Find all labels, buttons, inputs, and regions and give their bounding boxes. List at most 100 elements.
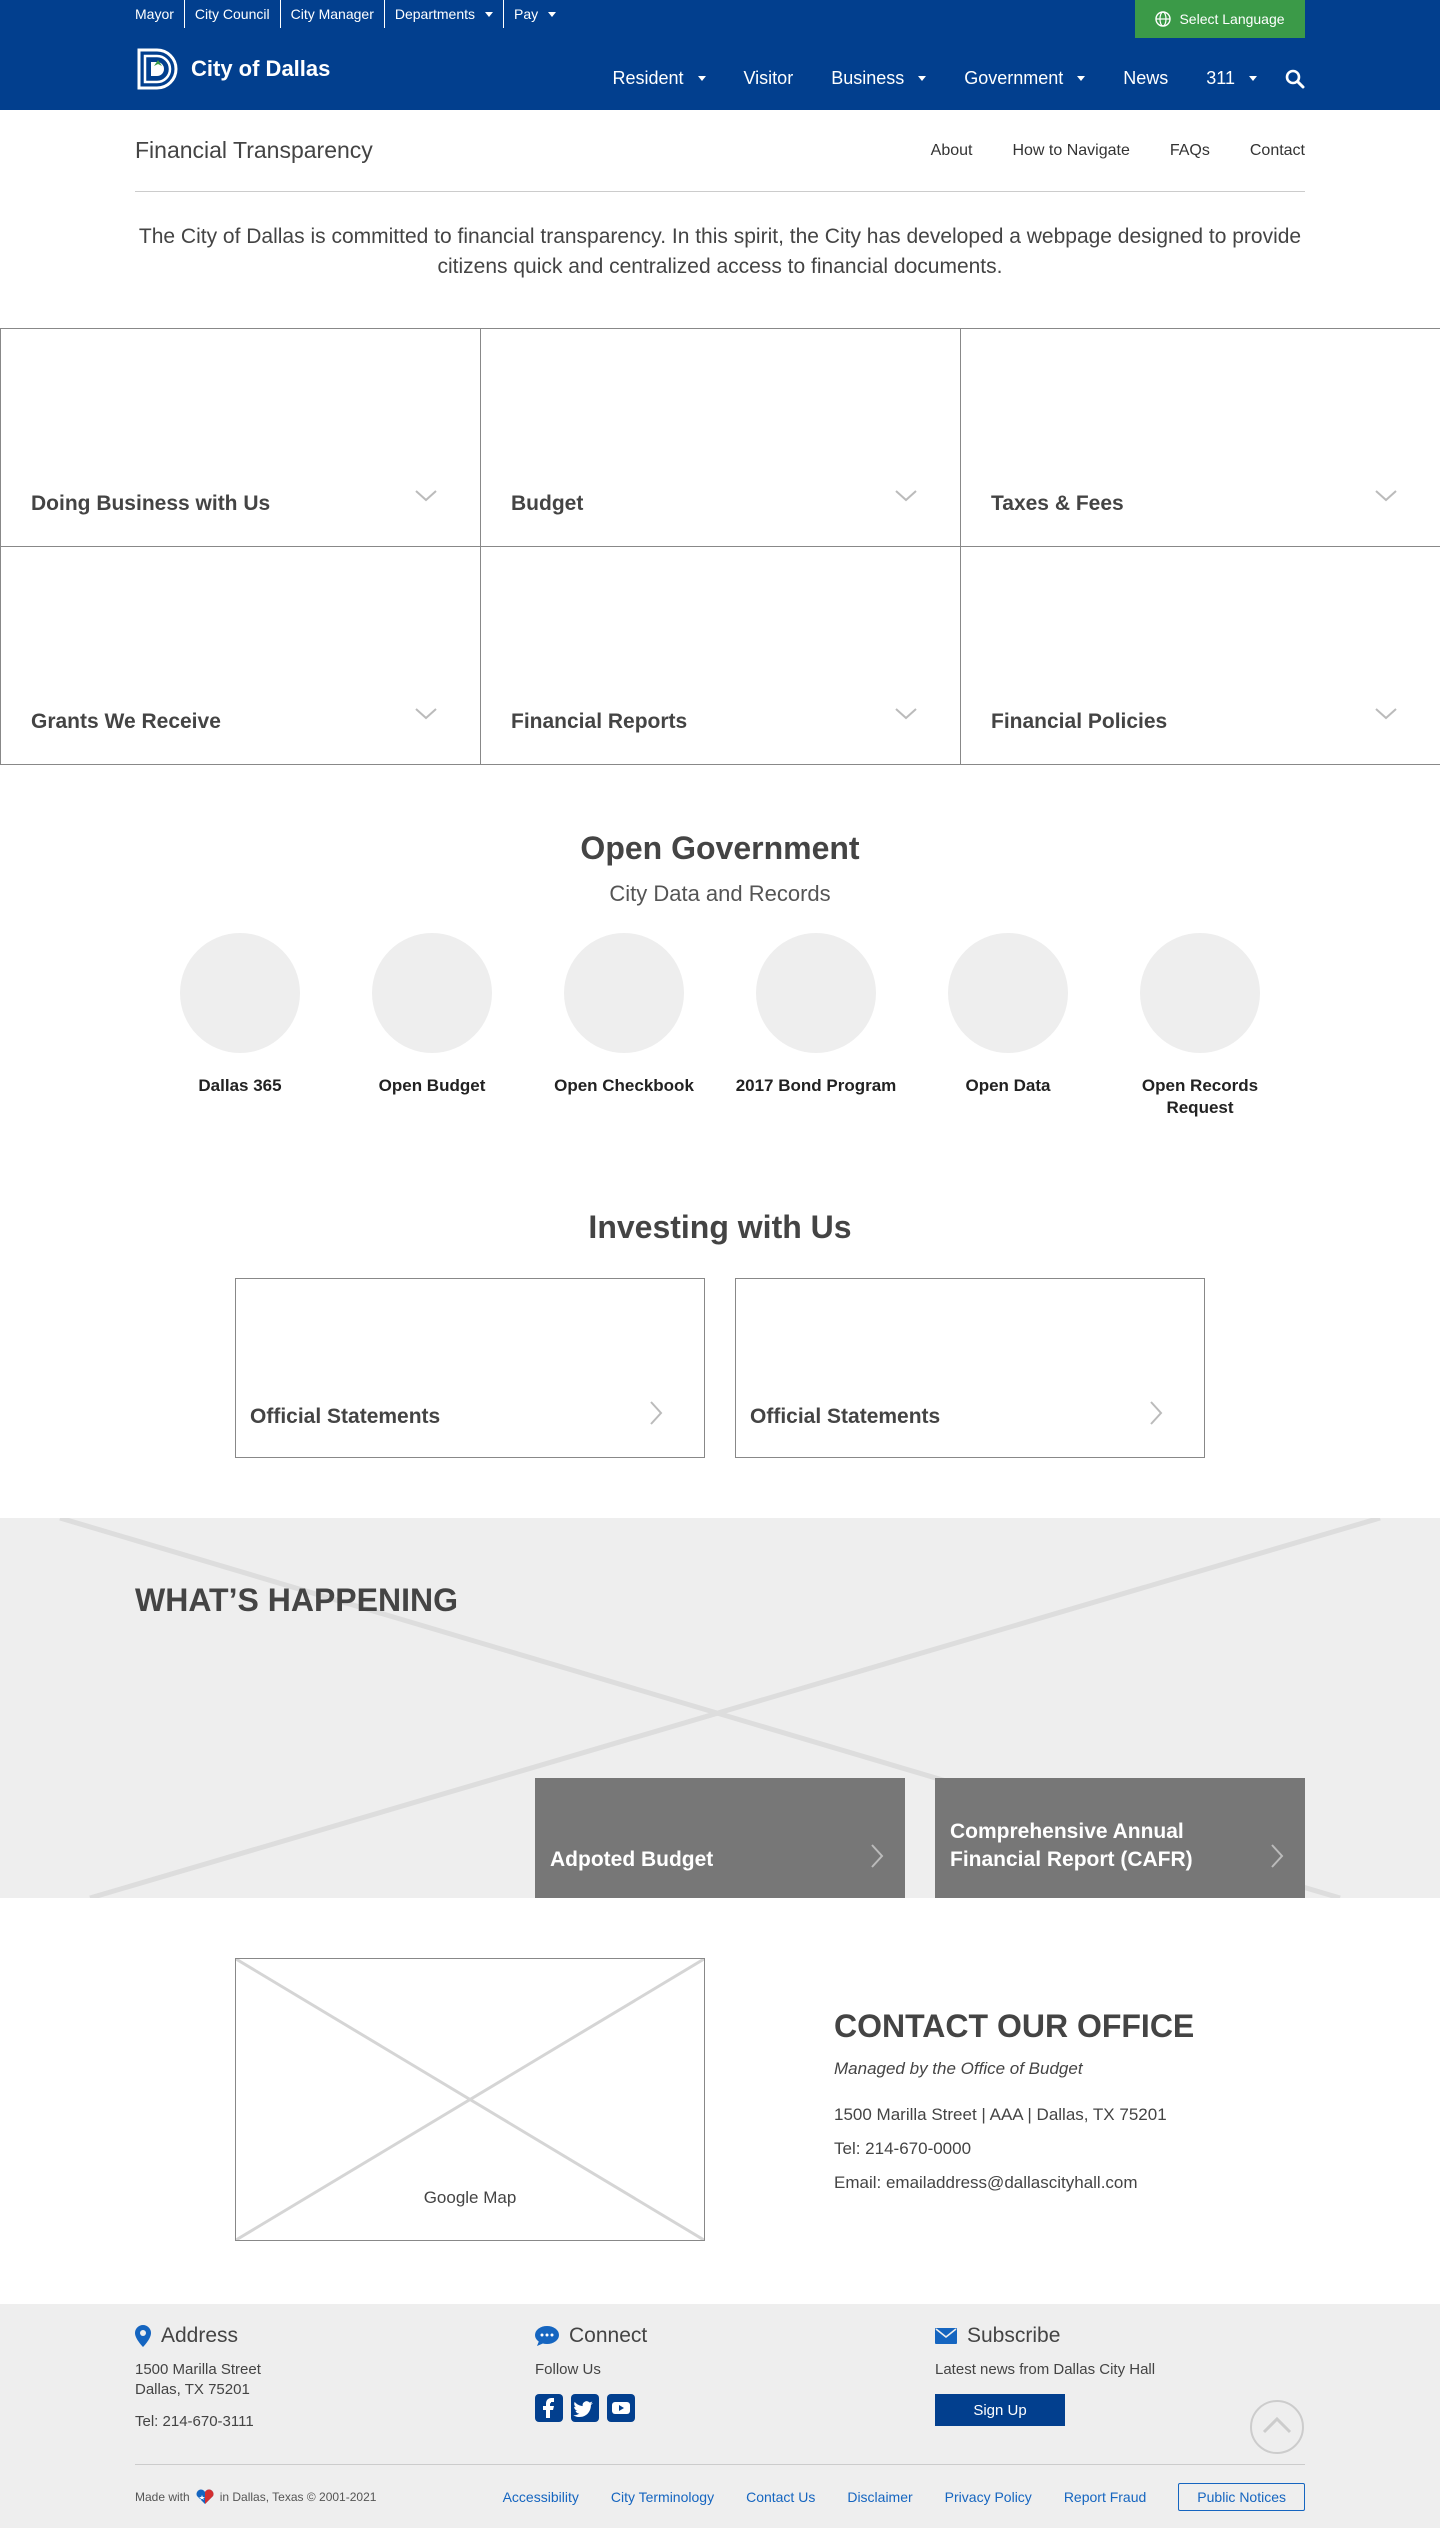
sub-nav-faqs[interactable]: FAQs [1170, 142, 1210, 160]
chevron-right-icon [871, 1844, 884, 1868]
tile-budget[interactable]: Budget [480, 328, 961, 547]
caret-down-icon [548, 11, 557, 17]
footer-link-disclaimer[interactable]: Disclaimer [847, 2489, 912, 2505]
tile-taxes-fees[interactable]: Taxes & Fees [960, 328, 1440, 547]
top-link-city-council[interactable]: City Council [185, 0, 281, 28]
section-title: WHAT’S HAPPENING [135, 1582, 458, 1618]
sub-nav-contact[interactable]: Contact [1250, 142, 1305, 160]
official-statements-card[interactable]: Official Statements [235, 1278, 705, 1458]
google-map[interactable]: Google Map [235, 1958, 705, 2241]
facebook-icon[interactable] [535, 2394, 563, 2422]
chevron-up-icon [1262, 2416, 1292, 2434]
nav-news[interactable]: News [1123, 68, 1168, 89]
tile-doing-business[interactable]: Doing Business with Us [0, 328, 481, 547]
caret-down-icon [1249, 76, 1257, 81]
caret-down-icon [485, 11, 494, 17]
open-gov-open-records[interactable]: Open Records Request [1110, 933, 1290, 1119]
circle-image [1140, 933, 1260, 1053]
tile-financial-reports[interactable]: Financial Reports [480, 546, 961, 765]
chevron-right-icon [1150, 1401, 1163, 1425]
top-link-mayor[interactable]: Mayor [135, 0, 185, 28]
city-logo[interactable]: City of Dallas [135, 46, 330, 92]
category-tiles: Doing Business with Us Budget Taxes & Fe… [0, 328, 1440, 765]
cafr-card[interactable]: Comprehensive Annual Financial Report (C… [935, 1778, 1305, 1898]
footer-link-city-terminology[interactable]: City Terminology [611, 2489, 714, 2505]
texas-heart-icon [196, 2489, 214, 2504]
open-gov-links: Dallas 365 Open Budget Open Checkbook 20… [150, 933, 1290, 1119]
open-gov-bond-program[interactable]: 2017 Bond Program [726, 933, 906, 1119]
tile-label: Financial Reports [511, 710, 688, 733]
open-gov-open-data[interactable]: Open Data [918, 933, 1098, 1119]
nav-government[interactable]: Government [964, 68, 1086, 89]
footer-links: Accessibility City Terminology Contact U… [503, 2482, 1305, 2511]
open-gov-open-checkbook[interactable]: Open Checkbook [534, 933, 714, 1119]
nav-311[interactable]: 311 [1206, 68, 1257, 89]
top-link-departments[interactable]: Departments [385, 0, 505, 28]
circle-image [948, 933, 1068, 1053]
logo-title: City of Dallas [191, 56, 331, 81]
circle-image [564, 933, 684, 1053]
globe-icon [1155, 11, 1172, 27]
tile-label: Taxes & Fees [991, 492, 1124, 515]
chevron-down-icon [895, 708, 917, 720]
contact-address: 1500 Marilla Street | AAA | Dallas, TX 7… [834, 2105, 1167, 2124]
circle-image [180, 933, 300, 1053]
youtube-icon[interactable] [607, 2394, 635, 2422]
top-link-pay[interactable]: Pay [504, 0, 566, 28]
select-language-button[interactable]: Select Language [1135, 0, 1305, 38]
adopted-budget-card[interactable]: Adpoted Budget [535, 1778, 905, 1898]
contact-info: CONTACT OUR OFFICE Managed by the Office… [834, 2008, 1194, 2193]
dallas-logo-icon [137, 48, 178, 90]
nav-visitor[interactable]: Visitor [744, 68, 794, 89]
back-to-top-button[interactable] [1250, 2400, 1304, 2454]
official-statements-card[interactable]: Official Statements [735, 1278, 1205, 1458]
footer-connect: Connect Follow Us [535, 2324, 835, 2422]
top-link-city-manager[interactable]: City Manager [281, 0, 385, 28]
location-pin-icon [135, 2325, 151, 2347]
tile-financial-policies[interactable]: Financial Policies [960, 546, 1440, 765]
open-gov-open-budget[interactable]: Open Budget [342, 933, 522, 1119]
nav-business[interactable]: Business [831, 68, 927, 89]
contact-title: CONTACT OUR OFFICE [834, 2008, 1195, 2044]
sub-header: Financial Transparency About How to Navi… [135, 110, 1305, 192]
nav-resident[interactable]: Resident [612, 68, 706, 89]
open-government-section: Open Government City Data and Records Da… [0, 830, 1440, 1119]
footer-address: Address 1500 Marilla Street Dallas, TX 7… [135, 2324, 435, 2432]
footer-link-privacy-policy[interactable]: Privacy Policy [945, 2489, 1032, 2505]
chevron-down-icon [1375, 708, 1397, 720]
sub-nav-about[interactable]: About [931, 142, 973, 160]
chevron-right-icon [1271, 1844, 1284, 1868]
footer-link-contact-us[interactable]: Contact Us [746, 2489, 815, 2505]
footer-link-accessibility[interactable]: Accessibility [503, 2489, 579, 2505]
sign-up-button[interactable]: Sign Up [935, 2394, 1065, 2426]
site-footer: Address 1500 Marilla Street Dallas, TX 7… [0, 2304, 1440, 2528]
contact-tel: Tel: 214-670-0000 [834, 2139, 972, 2158]
top-links: Mayor City Council City Manager Departme… [135, 0, 566, 28]
twitter-icon[interactable] [571, 2394, 599, 2422]
caret-down-icon [918, 76, 927, 81]
intro-text: The City of Dallas is committed to finan… [138, 225, 1302, 278]
circle-image [756, 933, 876, 1053]
page-title: Financial Transparency [135, 137, 373, 163]
open-gov-dallas-365[interactable]: Dallas 365 [150, 933, 330, 1119]
tile-label: Financial Policies [991, 710, 1168, 733]
tile-label: Budget [511, 492, 584, 515]
section-subtitle: City Data and Records [609, 881, 831, 906]
sub-nav-how-to-navigate[interactable]: How to Navigate [1012, 142, 1129, 160]
tile-label: Grants We Receive [31, 710, 221, 733]
public-notices-button[interactable]: Public Notices [1178, 2482, 1305, 2511]
tile-grants[interactable]: Grants We Receive [0, 546, 481, 765]
search-icon[interactable] [1285, 69, 1305, 89]
caret-down-icon [697, 76, 706, 81]
caret-down-icon [1077, 76, 1086, 81]
footer-subscribe: Subscribe Latest news from Dallas City H… [935, 2324, 1235, 2426]
whats-happening-section: WHAT’S HAPPENING Adpoted Budget Comprehe… [0, 1518, 1440, 1898]
tile-label: Doing Business with Us [31, 492, 271, 515]
contact-subtitle: Managed by the Office of Budget [834, 2059, 1083, 2078]
chevron-right-icon [650, 1401, 663, 1425]
footer-link-report-fraud[interactable]: Report Fraud [1064, 2489, 1146, 2505]
investing-cards: Official Statements Official Statements [0, 1278, 1440, 1458]
contact-email[interactable]: Email: emailaddress@dallascityhall.com [834, 2173, 1194, 2193]
social-links [535, 2394, 835, 2422]
chevron-down-icon [895, 490, 917, 502]
